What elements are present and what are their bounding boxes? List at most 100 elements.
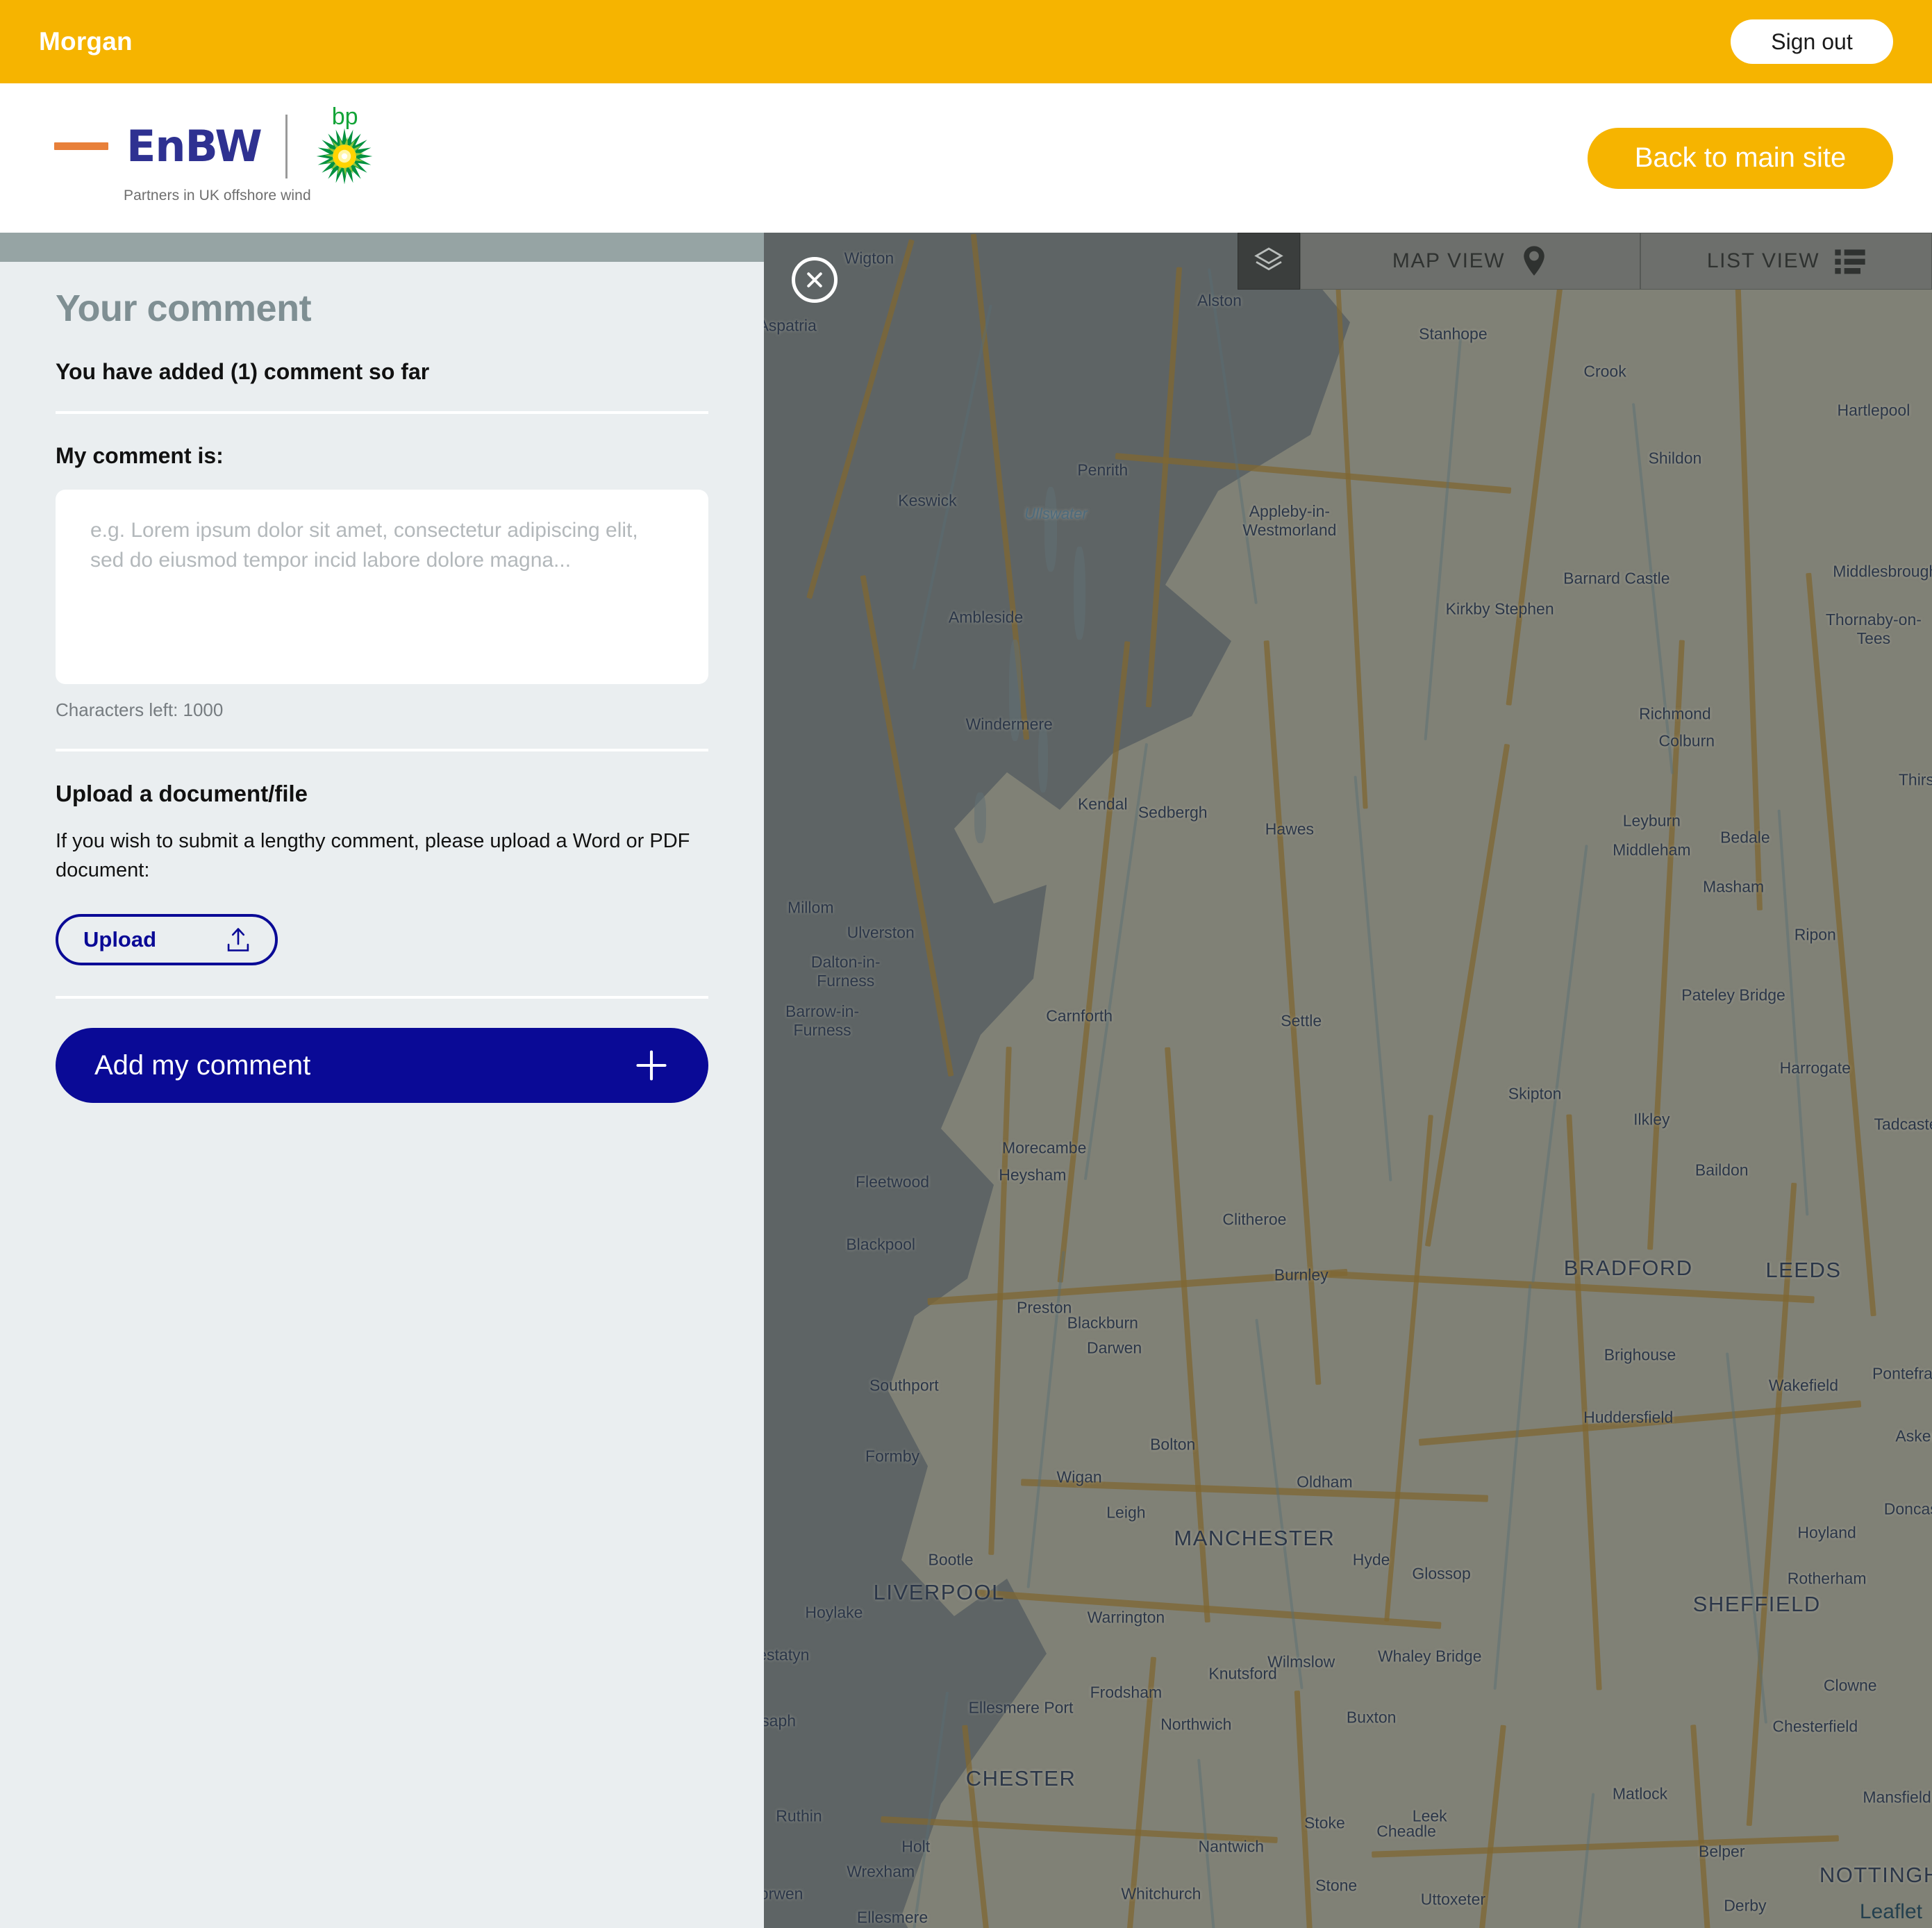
upload-button-label: Upload: [83, 927, 157, 952]
map-place-label: Warrington: [1087, 1608, 1165, 1627]
map-place-label: Richmond: [1639, 704, 1711, 723]
panel-accent-bar: [0, 233, 764, 262]
map-place-label: Mansfield: [1863, 1788, 1931, 1806]
sign-out-button[interactable]: Sign out: [1731, 19, 1893, 64]
partners-tagline: Partners in UK offshore wind: [124, 187, 311, 203]
close-panel-button[interactable]: [792, 257, 838, 303]
map-place-label: SHEFFIELD: [1692, 1591, 1821, 1616]
list-view-label: LIST VIEW: [1706, 249, 1820, 272]
map-place-label: Tadcaster: [1874, 1115, 1932, 1133]
site-header: EnBW bp Partners in UK offshore wind Bac…: [0, 83, 1932, 233]
leaflet-attribution[interactable]: Leaflet: [1860, 1900, 1922, 1924]
map-place-label: Penrith: [1077, 460, 1129, 479]
map-place-label: LEEDS: [1765, 1257, 1842, 1282]
tab-map-view[interactable]: MAP VIEW: [1300, 233, 1640, 290]
map-place-label: Clowne: [1823, 1676, 1877, 1695]
map-place-label: Blackburn: [1067, 1313, 1138, 1332]
map-place-label: Barrow-in- Furness: [785, 1002, 860, 1040]
map-place-label: Windermere: [965, 715, 1053, 733]
bp-wordmark: bp: [331, 103, 358, 130]
map-place-label: Preston: [1017, 1298, 1072, 1317]
upload-section-heading: Upload a document/file: [56, 781, 308, 806]
map-place-label: Stoke: [1304, 1813, 1345, 1832]
map-place-label: Clitheroe: [1222, 1210, 1287, 1229]
upload-button[interactable]: Upload: [56, 914, 278, 966]
map-place-label: Belper: [1698, 1842, 1745, 1861]
map-place-label: Doncaster: [1883, 1499, 1932, 1518]
upload-icon: [227, 928, 249, 951]
back-to-main-site-button[interactable]: Back to main site: [1588, 127, 1893, 189]
map-view[interactable]: Wigton Alston Stanhope Crook Hartlepool Aspat…: [764, 233, 1932, 1928]
map-place-label: Bedale: [1720, 828, 1770, 847]
map-place-label: Ellesmere: [856, 1908, 928, 1927]
map-place-label: NOTTINGHAM: [1819, 1863, 1932, 1888]
map-place-label: Fleetwood: [855, 1172, 930, 1191]
map-place-label: Morecambe: [1001, 1138, 1087, 1157]
map-place-label: Ilkley: [1633, 1110, 1670, 1129]
comment-field-label: My comment is:: [56, 443, 224, 468]
map-place-label: Askern: [1895, 1427, 1932, 1445]
map-place-label: Hartlepool: [1837, 401, 1910, 419]
map-place-label: Chesterfield: [1772, 1717, 1858, 1736]
map-pin-icon: [1524, 246, 1544, 276]
map-place-label: Ruthin: [776, 1806, 822, 1825]
map-place-label: Barnard Castle: [1563, 569, 1670, 588]
map-place-label: Colburn: [1658, 731, 1715, 750]
panel-heading: Your comment: [56, 288, 312, 329]
map-place-label: Masham: [1702, 877, 1765, 896]
map-place-label: Crook: [1583, 362, 1626, 381]
panel-content: Your comment You have added (1) comment …: [0, 262, 764, 1104]
map-place-label: Baildon: [1694, 1161, 1749, 1179]
map-place-label: Carnforth: [1046, 1006, 1113, 1025]
close-icon: [807, 272, 822, 288]
map-place-label: Whitchurch: [1121, 1884, 1201, 1903]
map-place-label: Ambleside: [948, 608, 1024, 626]
map-place-label: Whaley Bridge: [1377, 1647, 1482, 1665]
map-place-label: Appleby-in- Westmorland: [1242, 501, 1337, 539]
layers-toggle-button[interactable]: [1238, 233, 1300, 290]
map-place-label: Bootle: [928, 1550, 974, 1569]
map-place-label: Southport: [869, 1376, 939, 1395]
map-place-label: Corwen: [764, 1884, 803, 1903]
map-place-label: Millom: [788, 898, 834, 917]
map-dim-overlay: [764, 233, 1932, 1928]
bp-helios-icon: [316, 128, 373, 184]
add-comment-button[interactable]: Add my comment: [56, 1028, 708, 1104]
divider-top: [56, 411, 708, 414]
map-place-label: Thirsk: [1898, 770, 1932, 789]
bp-logo: bp: [311, 103, 381, 185]
map-place-label: Cheadle: [1376, 1822, 1436, 1840]
map-place-label: Kendal: [1077, 795, 1128, 813]
map-place-label: Ulverston: [847, 923, 915, 942]
map-place-label: CHESTER: [965, 1766, 1076, 1791]
map-place-label: Derby: [1724, 1896, 1767, 1915]
map-place-label: MANCHESTER: [1174, 1525, 1335, 1550]
map-view-label: MAP VIEW: [1392, 249, 1506, 272]
map-place-label: Bolton: [1150, 1435, 1196, 1454]
map-place-label: Leyburn: [1622, 811, 1681, 830]
map-place-label: Thornaby-on- Tees: [1825, 610, 1922, 648]
map-view-controls: MAP VIEW LIST VIEW: [1238, 233, 1932, 290]
map-place-label: Wrexham: [847, 1862, 915, 1881]
divider-middle: [56, 749, 708, 751]
enbw-dash-icon: [54, 142, 108, 150]
comment-textarea[interactable]: [56, 490, 708, 684]
project-title: Morgan: [39, 27, 133, 56]
map-place-label: Hawes: [1265, 820, 1315, 838]
enbw-wordmark: EnBW: [126, 120, 263, 172]
map-canvas[interactable]: Wigton Alston Stanhope Crook Hartlepool Aspat…: [764, 233, 1932, 1928]
map-place-label: Burnley: [1274, 1265, 1329, 1284]
map-place-label: LIVERPOOL: [873, 1579, 1005, 1604]
map-place-label: Hyde: [1352, 1550, 1390, 1569]
logo-row: EnBW bp: [54, 105, 381, 184]
map-place-label: Pontefract: [1872, 1364, 1932, 1383]
upload-section-description: If you wish to submit a lengthy comment,…: [56, 830, 690, 882]
tab-list-view[interactable]: LIST VIEW: [1640, 233, 1932, 290]
map-place-label: Prestatyn: [764, 1645, 810, 1664]
brand-logo-group: EnBW bp Partners in UK offshore wind: [54, 105, 381, 204]
map-place-label: Ullswater: [1024, 505, 1088, 523]
map-place-label: Frodsham: [1090, 1683, 1163, 1702]
map-place-label: Oldham: [1297, 1472, 1353, 1491]
map-place-label: Leigh: [1106, 1503, 1146, 1522]
map-place-label: Stone: [1315, 1876, 1358, 1895]
